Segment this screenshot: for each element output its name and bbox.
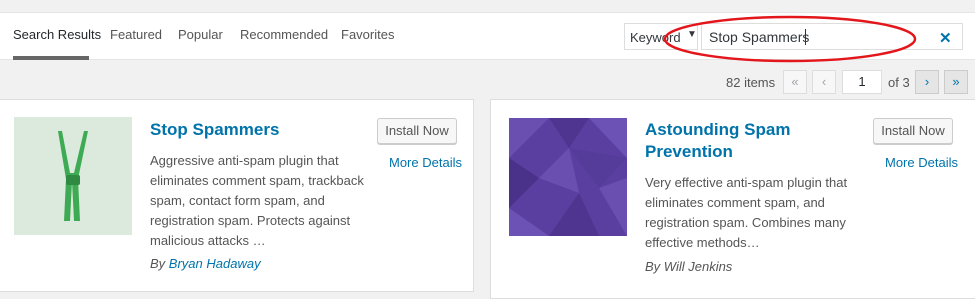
search-input[interactable]: Stop Spammers (701, 23, 963, 50)
tab-popular[interactable]: Popular (178, 27, 223, 42)
close-icon[interactable]: ✕ (939, 29, 952, 47)
items-count: 82 items (726, 75, 776, 90)
filter-bar: Search Results Featured Popular Recommen… (0, 12, 975, 60)
plugin-description: Very effective anti-spam plugin that eli… (645, 175, 848, 250)
install-now-button[interactable]: Install Now (873, 118, 953, 144)
tab-search-results[interactable]: Search Results (13, 27, 101, 42)
last-page-button[interactable]: » (944, 70, 968, 94)
search-type-value: Keyword (630, 30, 681, 45)
plugin-title[interactable]: Astounding Spam Prevention (645, 119, 790, 163)
search-input-value: Stop Spammers (709, 29, 810, 45)
suspenders-icon (14, 117, 132, 235)
author-link[interactable]: Bryan Hadaway (169, 256, 261, 271)
dropdown-arrow-icon: ▼ (687, 29, 697, 40)
plugin-author: By Bryan Hadaway (150, 256, 261, 271)
install-now-button[interactable]: Install Now (377, 118, 457, 144)
text-cursor (805, 29, 806, 45)
prev-page-button[interactable]: ‹ (812, 70, 836, 94)
more-details-link[interactable]: More Details (885, 155, 958, 170)
first-page-button[interactable]: « (783, 70, 807, 94)
tab-favorites[interactable]: Favorites (341, 27, 394, 42)
plugin-description: Aggressive anti-spam plugin that elimina… (150, 153, 364, 248)
plugin-author: By Will Jenkins (645, 259, 733, 274)
plugin-card: Astounding Spam Prevention Very effectiv… (490, 99, 975, 299)
search-type-select[interactable]: Keyword ▼ (624, 23, 698, 50)
next-page-button[interactable]: › (915, 70, 939, 94)
tab-featured[interactable]: Featured (110, 27, 162, 42)
tab-recommended[interactable]: Recommended (240, 27, 328, 42)
more-details-link[interactable]: More Details (389, 155, 462, 170)
plugin-title[interactable]: Stop Spammers (150, 119, 279, 141)
total-pages: of 3 (888, 75, 910, 90)
current-page-input[interactable]: 1 (842, 70, 882, 94)
geometric-pattern-icon (509, 118, 627, 236)
plugin-card: Stop Spammers Aggressive anti-spam plugi… (0, 99, 474, 292)
active-tab-indicator (13, 56, 89, 60)
